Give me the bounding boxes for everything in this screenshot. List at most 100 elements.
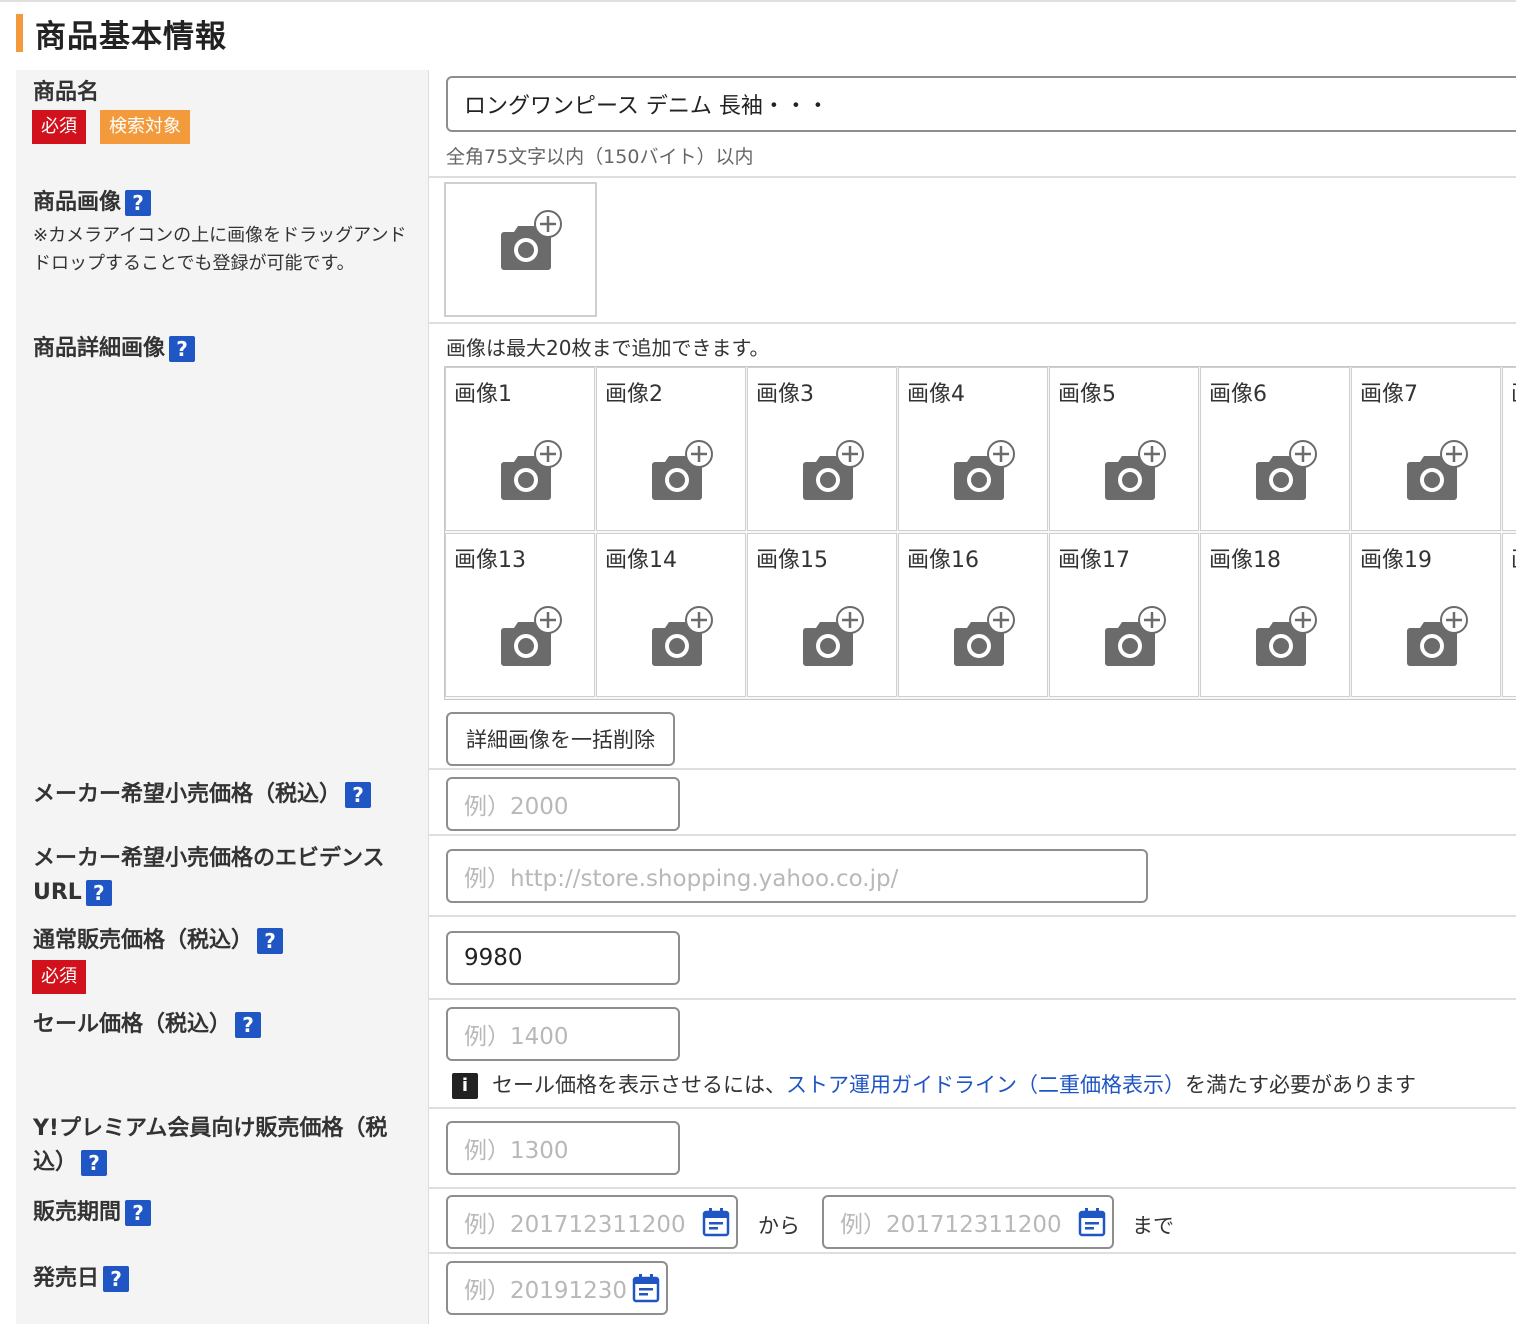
column-divider [428, 70, 429, 1324]
normal-price-input[interactable]: 9980 [446, 931, 680, 985]
help-icon[interactable]: ? [345, 782, 372, 808]
calendar-icon[interactable] [1078, 1207, 1106, 1237]
section-accent-bar [16, 14, 23, 52]
detail-image-slot[interactable]: 画像13 [445, 533, 595, 697]
detail-image-slot[interactable]: 画像3 [747, 367, 897, 531]
camera-add-icon [803, 440, 864, 500]
product-name-input[interactable]: ロングワンピース デニム 長袖・・・ [446, 76, 1516, 132]
required-badge: 必須 [32, 960, 86, 994]
required-badge: 必須 [32, 110, 86, 144]
release-date-input[interactable]: 例）20191230 [446, 1261, 668, 1315]
top-divider [0, 0, 1516, 2]
detail-image-slot[interactable]: 画像18 [1200, 533, 1350, 697]
camera-add-icon [1256, 606, 1317, 666]
detail-image-slot[interactable]: 画像19 [1351, 533, 1501, 697]
camera-add-icon [1407, 440, 1468, 500]
detail-image-label: 画 [1511, 542, 1516, 574]
row-divider [428, 176, 1516, 178]
detail-image-label: 画像19 [1360, 548, 1432, 573]
sale-period-to-input[interactable]: 例）201712311200 [822, 1195, 1114, 1249]
detail-image-slot[interactable]: 画像7 [1351, 367, 1501, 531]
sale-price-input[interactable]: 例）1400 [446, 1007, 680, 1061]
from-text: から [758, 1214, 800, 1238]
detail-image-slot[interactable]: 画像4 [898, 367, 1048, 531]
detail-image-label: 画像2 [605, 382, 663, 407]
detail-image-slot[interactable]: 画像5 [1049, 367, 1199, 531]
maker-price-input[interactable]: 例）2000 [446, 777, 680, 831]
help-icon[interactable]: ? [125, 190, 152, 216]
detail-image-slot[interactable]: 画像16 [898, 533, 1048, 697]
detail-image-label: 画像15 [756, 548, 828, 573]
guideline-link[interactable]: ストア運用ガイドライン（二重価格表示） [786, 1073, 1185, 1097]
maker-price-label: メーカー希望小売価格（税込）? [33, 778, 372, 812]
detail-image-label: 画像5 [1058, 382, 1116, 407]
search-target-badge: 検索対象 [100, 110, 190, 144]
camera-add-icon [1105, 440, 1166, 500]
help-icon[interactable]: ? [103, 1266, 130, 1292]
help-icon[interactable]: ? [81, 1150, 108, 1176]
camera-add-icon [501, 440, 562, 500]
detail-image-slot[interactable]: 画像15 [747, 533, 897, 697]
info-icon: i [452, 1073, 478, 1099]
normal-price-label: 通常販売価格（税込）? [33, 924, 284, 958]
row-divider [428, 1252, 1516, 1254]
maker-url-input[interactable]: 例）http://store.shopping.yahoo.co.jp/ [446, 849, 1148, 903]
delete-all-detail-images-button[interactable]: 詳細画像を一括削除 [446, 712, 675, 766]
camera-add-icon [954, 606, 1015, 666]
sale-price-label: セール価格（税込）? [33, 1008, 262, 1042]
camera-add-icon [501, 606, 562, 666]
product-image-label: 商品画像? [33, 186, 152, 220]
detail-images-info: 画像は最大20枚まで追加できます。 [446, 336, 770, 360]
detail-image-label: 画像17 [1058, 548, 1130, 573]
section-header: 商品基本情報 [16, 12, 227, 55]
detail-image-label: 画像18 [1209, 548, 1281, 573]
camera-add-icon [652, 606, 713, 666]
detail-image-grid: 画像1 画像2 画像3 画像4 画像5 画像6 画像7 画 画像13 画像14 画像15 画像16 画… [444, 366, 1516, 700]
camera-add-icon [652, 440, 713, 500]
product-basic-form: 商品名 必須 検索対象 ロングワンピース デニム 長袖・・・ 全角75文字以内（… [16, 70, 1516, 1324]
camera-add-icon [1105, 606, 1166, 666]
main-image-slot[interactable] [444, 182, 597, 317]
detail-image-label: 画像14 [605, 548, 677, 573]
product-name-hint: 全角75文字以内（150バイト）以内 [446, 146, 754, 168]
detail-image-slot[interactable]: 画像6 [1200, 367, 1350, 531]
maker-url-label: メーカー希望小売価格のエビデンス URL? [33, 846, 385, 906]
calendar-icon[interactable] [702, 1207, 730, 1237]
detail-image-slot[interactable]: 画像2 [596, 367, 746, 531]
product-name-label: 商品名 [33, 80, 100, 105]
help-icon[interactable]: ? [257, 928, 284, 954]
detail-image-label: 画像3 [756, 382, 814, 407]
detail-image-label: 画像7 [1360, 382, 1418, 407]
detail-image-label: 画 [1511, 376, 1516, 408]
row-divider [428, 998, 1516, 1000]
row-divider [428, 1187, 1516, 1189]
calendar-icon[interactable] [632, 1273, 660, 1303]
detail-image-slot[interactable]: 画像14 [596, 533, 746, 697]
detail-image-slot[interactable]: 画 [1502, 367, 1516, 531]
detail-image-slot[interactable]: 画 [1502, 533, 1516, 697]
camera-add-icon [1256, 440, 1317, 500]
product-image-note: ※カメラアイコンの上に画像をドラッグアンドドロップすることでも登録が可能です。 [33, 225, 407, 274]
camera-add-icon [1407, 606, 1468, 666]
sale-period-label: 販売期間? [33, 1196, 152, 1230]
row-divider [428, 768, 1516, 770]
detail-image-slot[interactable]: 画像1 [445, 367, 595, 531]
row-divider [428, 1107, 1516, 1109]
sale-period-from-input[interactable]: 例）201712311200 [446, 1195, 738, 1249]
help-icon[interactable]: ? [169, 336, 196, 362]
detail-images-label: 商品詳細画像? [33, 332, 196, 366]
premium-price-label: Y!プレミアム会員向け販売価格（税 込）? [33, 1116, 388, 1176]
help-icon[interactable]: ? [125, 1200, 152, 1226]
help-icon[interactable]: ? [85, 880, 112, 906]
premium-price-input[interactable]: 例）1300 [446, 1121, 680, 1175]
release-date-label: 発売日? [33, 1262, 130, 1296]
camera-add-icon [501, 210, 562, 270]
help-icon[interactable]: ? [235, 1012, 262, 1038]
row-divider [428, 915, 1516, 917]
detail-image-label: 画像4 [907, 382, 965, 407]
camera-add-icon [803, 606, 864, 666]
detail-image-label: 画像6 [1209, 382, 1267, 407]
sale-price-notice: i セール価格を表示させるには、ストア運用ガイドライン（二重価格表示）を満たす必要… [452, 1069, 1416, 1099]
camera-add-icon [954, 440, 1015, 500]
detail-image-slot[interactable]: 画像17 [1049, 533, 1199, 697]
